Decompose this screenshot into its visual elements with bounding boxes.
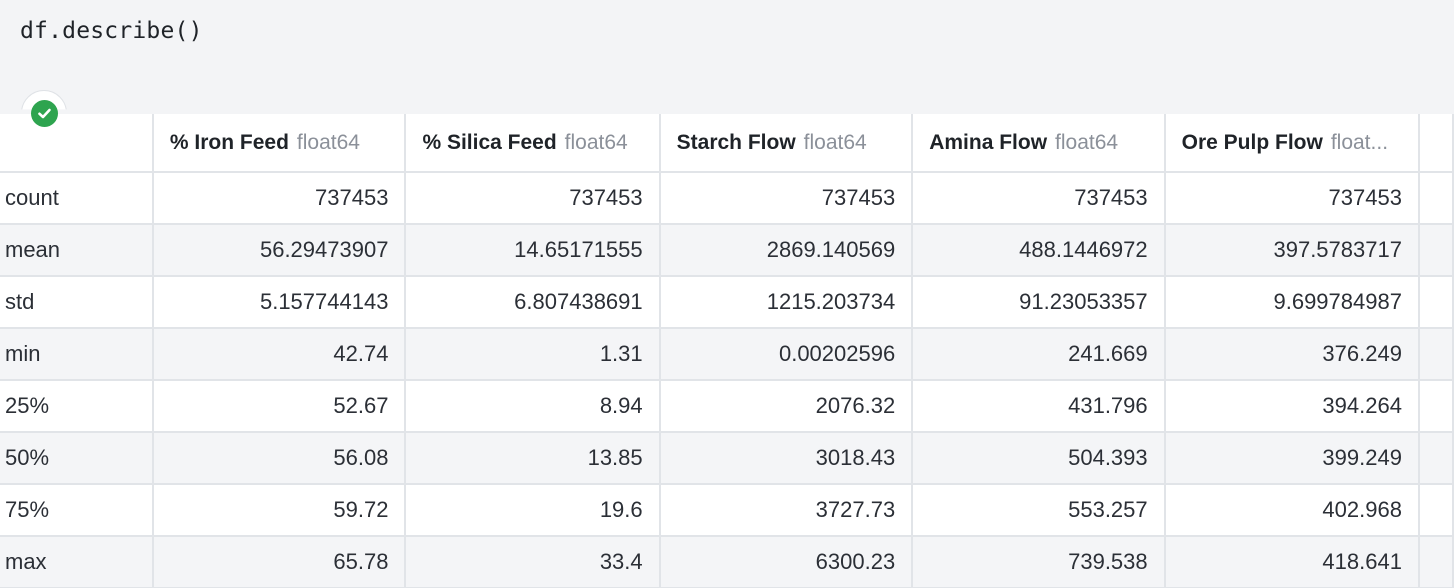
column-type: float64 <box>1055 130 1119 154</box>
column-name: % Iron Feed <box>169 130 289 154</box>
column-header[interactable]: Amina Flow float64 <box>912 114 1166 173</box>
table-cell: 33.4 <box>405 536 661 588</box>
table-cell: 431.796 <box>912 380 1166 433</box>
column-header[interactable]: Starch Flow float64 <box>659 114 914 173</box>
column-name: Amina Flow <box>929 130 1048 154</box>
column-name: Starch Flow <box>676 130 796 154</box>
row-label: 50% <box>0 432 154 485</box>
overflow-cell <box>1418 380 1454 433</box>
table-cell: 2076.32 <box>659 380 914 433</box>
table-cell: 399.249 <box>1164 432 1420 485</box>
column-name: % Silica Feed <box>422 130 557 154</box>
column-header[interactable]: Ore Pulp Flow float... <box>1164 114 1420 173</box>
table-cell: 14.65171555 <box>405 224 661 277</box>
overflow-cell <box>1418 172 1454 225</box>
table-cell: 0.00202596 <box>659 328 914 381</box>
row-label: min <box>0 328 154 381</box>
overflow-cell <box>1418 328 1454 381</box>
table-cell: 241.669 <box>912 328 1166 381</box>
row-label: count <box>0 172 154 225</box>
table-cell: 418.641 <box>1164 536 1420 588</box>
column-name: Ore Pulp Flow <box>1181 130 1323 154</box>
row-label: 25% <box>0 380 154 433</box>
table-cell: 6300.23 <box>659 536 914 588</box>
table-row: max 65.78 33.4 6300.23 739.538 418.641 <box>0 536 1454 588</box>
table-row: mean 56.29473907 14.65171555 2869.140569… <box>0 224 1454 277</box>
row-label: max <box>0 536 154 588</box>
table-cell: 42.74 <box>152 328 407 381</box>
table-cell: 2869.140569 <box>659 224 914 277</box>
row-label: std <box>0 276 154 329</box>
table-cell: 394.264 <box>1164 380 1420 433</box>
table-cell: 737453 <box>152 172 407 225</box>
table-cell: 5.157744143 <box>152 276 407 329</box>
table-cell: 6.807438691 <box>405 276 661 329</box>
table-cell: 59.72 <box>152 484 407 537</box>
row-label: mean <box>0 224 154 277</box>
column-header[interactable]: % Silica Feed float64 <box>405 114 661 173</box>
column-type: float64 <box>803 130 867 154</box>
column-type: float64 <box>296 130 360 154</box>
table-row: 25% 52.67 8.94 2076.32 431.796 394.264 <box>0 380 1454 433</box>
table-cell: 91.23053357 <box>912 276 1166 329</box>
overflow-cell <box>1418 276 1454 329</box>
row-label: 75% <box>0 484 154 537</box>
overflow-column-header <box>1418 114 1454 173</box>
table-cell: 737453 <box>659 172 914 225</box>
table-cell: 737453 <box>912 172 1166 225</box>
table-cell: 65.78 <box>152 536 407 588</box>
overflow-cell <box>1418 484 1454 537</box>
table-cell: 376.249 <box>1164 328 1420 381</box>
table-cell: 3727.73 <box>659 484 914 537</box>
table-row: std 5.157744143 6.807438691 1215.203734 … <box>0 276 1454 329</box>
table-cell: 504.393 <box>912 432 1166 485</box>
table-cell: 397.5783717 <box>1164 224 1420 277</box>
header-row: % Iron Feed float64 % Silica Feed float64 … <box>0 114 1454 173</box>
table-row: count 737453 737453 737453 737453 737453 <box>0 172 1454 225</box>
table-cell: 13.85 <box>405 432 661 485</box>
table-row: 75% 59.72 19.6 3727.73 553.257 402.968 <box>0 484 1454 537</box>
table-cell: 56.08 <box>152 432 407 485</box>
index-header <box>0 114 154 173</box>
table-cell: 739.538 <box>912 536 1166 588</box>
code-line[interactable]: df.describe() <box>20 18 203 44</box>
overflow-cell <box>1418 432 1454 485</box>
table-cell: 56.29473907 <box>152 224 407 277</box>
code-cell[interactable]: df.describe() <box>0 0 1454 115</box>
table-cell: 1.31 <box>405 328 661 381</box>
table-row: min 42.74 1.31 0.00202596 241.669 376.24… <box>0 328 1454 381</box>
overflow-cell <box>1418 224 1454 277</box>
table-cell: 8.94 <box>405 380 661 433</box>
overflow-cell <box>1418 536 1454 588</box>
table-cell: 1215.203734 <box>659 276 914 329</box>
table-row: 50% 56.08 13.85 3018.43 504.393 399.249 <box>0 432 1454 485</box>
table-cell: 737453 <box>1164 172 1420 225</box>
column-header[interactable]: % Iron Feed float64 <box>152 114 407 173</box>
check-circle-icon <box>31 100 58 127</box>
table-cell: 9.699784987 <box>1164 276 1420 329</box>
table-cell: 52.67 <box>152 380 407 433</box>
table-cell: 737453 <box>405 172 661 225</box>
table-cell: 553.257 <box>912 484 1166 537</box>
column-type: float64 <box>564 130 628 154</box>
table-cell: 19.6 <box>405 484 661 537</box>
dataframe-output: % Iron Feed float64 % Silica Feed float64 … <box>0 114 1454 588</box>
table-cell: 402.968 <box>1164 484 1420 537</box>
table-cell: 488.1446972 <box>912 224 1166 277</box>
describe-table: % Iron Feed float64 % Silica Feed float64 … <box>0 114 1454 588</box>
column-type: float... <box>1330 130 1389 154</box>
table-cell: 3018.43 <box>659 432 914 485</box>
